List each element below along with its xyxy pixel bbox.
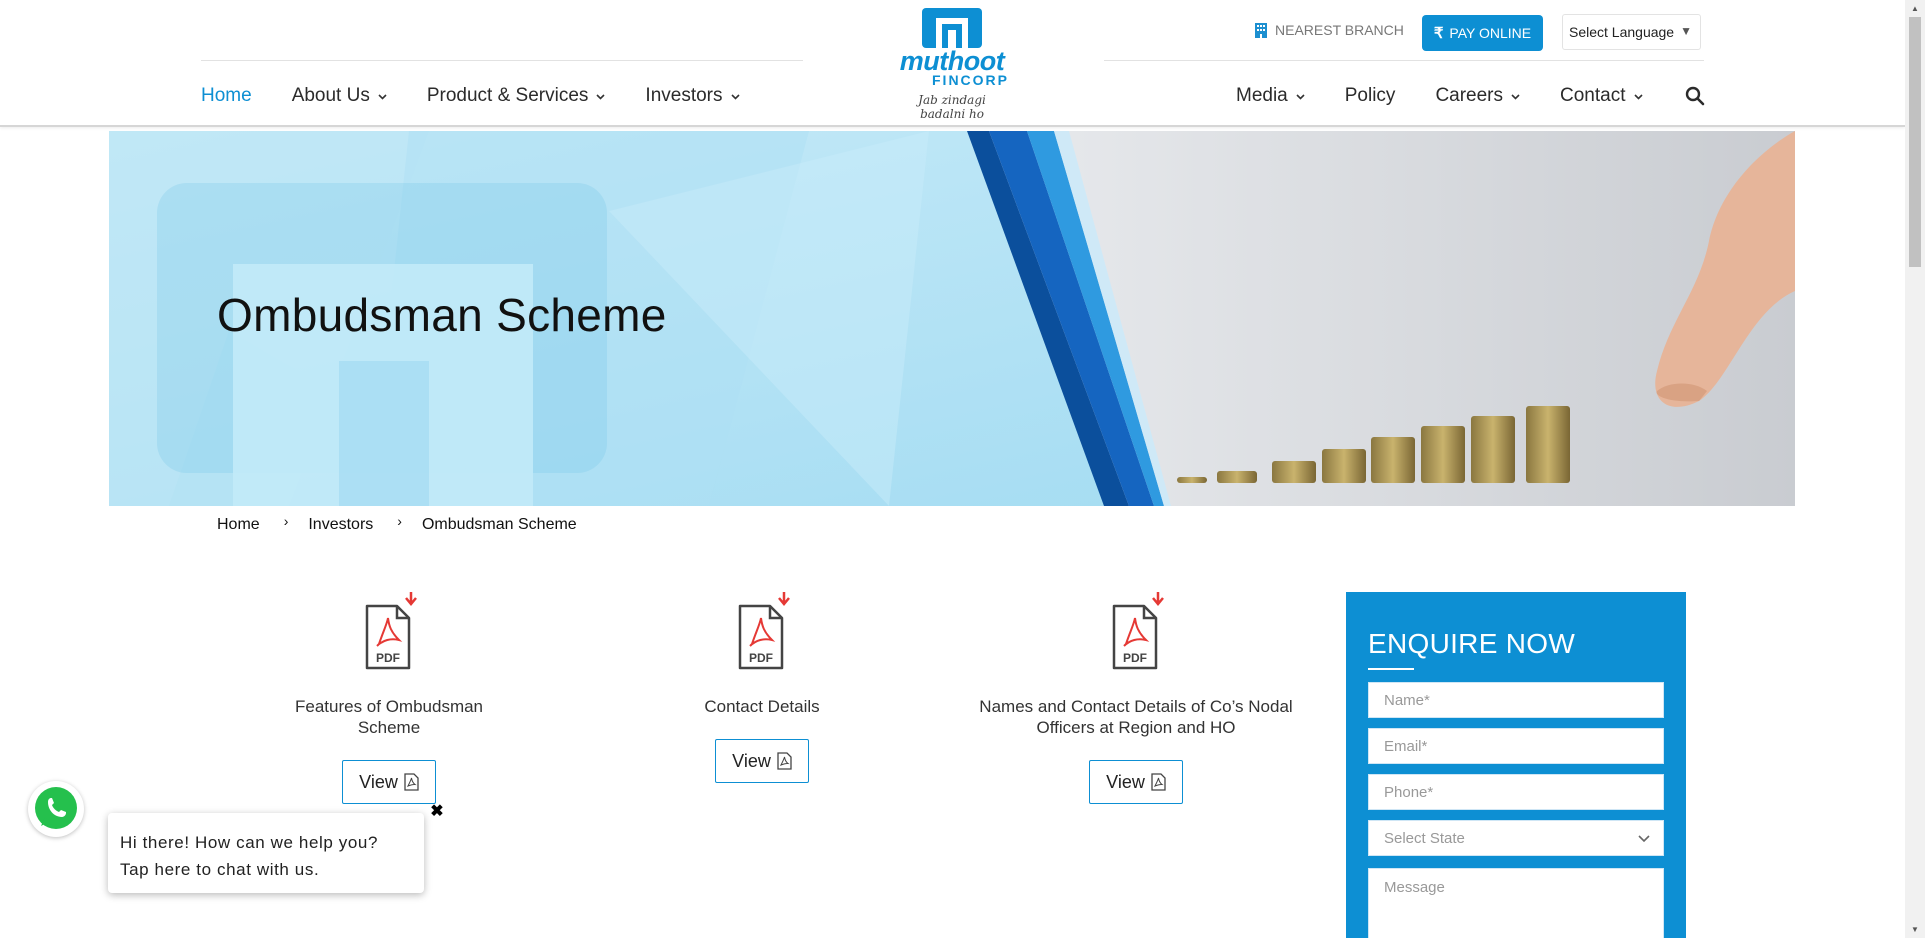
nav-policy[interactable]: Policy — [1345, 85, 1396, 107]
nav-products-services[interactable]: Product & Services — [427, 85, 606, 107]
logo-wordmark: muthoot — [899, 46, 1005, 76]
breadcrumb-investors[interactable]: Investors — [308, 516, 373, 534]
view-button-label: View — [1106, 771, 1145, 792]
pdf-download-icon: PDF — [365, 592, 417, 670]
breadcrumb: Home › Investors › Ombudsman Scheme — [217, 513, 577, 534]
chevron-down-icon — [1638, 835, 1650, 843]
hero-banner: Ombudsman Scheme — [109, 131, 1795, 506]
logo-tagline: Jab zindagi badalni ho — [918, 93, 986, 121]
main-nav-left: Home About Us Product & Services Investo… — [201, 84, 780, 108]
pdf-download-icon: PDF — [738, 592, 790, 670]
nav-about-us[interactable]: About Us — [292, 85, 387, 107]
breadcrumb-separator-icon: › — [397, 513, 402, 529]
header-divider-left — [201, 60, 803, 61]
logo-mark-icon — [922, 8, 982, 48]
phone-field[interactable]: Phone* — [1368, 774, 1664, 810]
nav-home[interactable]: Home — [201, 85, 252, 107]
main-nav-right: Media Policy Careers Contact — [1236, 84, 1683, 108]
pay-online-button[interactable]: ₹ PAY ONLINE — [1422, 15, 1543, 51]
scrollbar-thumb[interactable] — [1909, 17, 1921, 267]
document-title: Features of Ombudsman Scheme — [294, 697, 484, 737]
chevron-down-icon — [1633, 94, 1643, 100]
nav-home-label: Home — [201, 85, 252, 106]
document-title: Names and Contact Details of Co’s Nodal … — [979, 697, 1293, 737]
document-title: Contact Details — [704, 697, 820, 716]
view-document-button[interactable]: View — [342, 760, 436, 804]
svg-text:PDF: PDF — [376, 651, 400, 665]
nav-products-label: Product & Services — [426, 85, 589, 106]
document-card: PDF Features of Ombudsman Scheme View — [209, 592, 569, 804]
file-pdf-icon — [777, 752, 792, 770]
state-select[interactable]: Select State — [1368, 820, 1664, 856]
building-icon — [1255, 22, 1267, 38]
page-title: Ombudsman Scheme — [217, 289, 667, 341]
enquire-form: ENQUIRE NOW Name* Email* Phone* Select S… — [1346, 592, 1686, 938]
page: Home About Us Product & Services Investo… — [0, 0, 1905, 938]
logo-subword: FINCORP — [932, 72, 1009, 88]
nav-about-us-label: About Us — [291, 85, 370, 106]
view-button-label: View — [359, 771, 398, 792]
nav-media[interactable]: Media — [1236, 85, 1305, 107]
name-field[interactable]: Name* — [1368, 682, 1664, 718]
file-pdf-icon — [404, 773, 419, 791]
nearest-branch-link[interactable]: NEAREST BRANCH — [1255, 22, 1404, 38]
enquire-title-underline — [1368, 668, 1414, 670]
breadcrumb-separator-icon: › — [283, 513, 289, 529]
nav-media-label: Media — [1236, 85, 1288, 106]
svg-text:PDF: PDF — [749, 651, 773, 665]
whatsapp-icon — [30, 783, 82, 835]
muthoot-fincorp-logo[interactable]: muthoot FINCORP Jab zindagi badalni ho — [895, 8, 1009, 121]
rupee-icon: ₹ — [1433, 25, 1444, 42]
breadcrumb-home[interactable]: Home — [217, 516, 260, 534]
email-field[interactable]: Email* — [1368, 728, 1664, 764]
nav-investors-label: Investors — [645, 85, 723, 106]
chevron-down-icon — [730, 94, 740, 100]
state-select-label: Select State — [1384, 829, 1465, 847]
view-button-label: View — [732, 750, 771, 771]
nav-careers[interactable]: Careers — [1435, 85, 1520, 107]
breadcrumb-current: Ombudsman Scheme — [421, 516, 577, 533]
svg-text:PDF: PDF — [1123, 651, 1147, 665]
chevron-down-icon — [378, 94, 387, 100]
message-field[interactable]: Message — [1368, 868, 1664, 938]
view-document-button[interactable]: View — [715, 739, 809, 783]
search-icon[interactable] — [1685, 86, 1705, 106]
pay-online-label: PAY ONLINE — [1449, 25, 1532, 41]
scroll-up-icon[interactable]: ▲ — [1905, 0, 1925, 17]
nav-contact-label: Contact — [1560, 85, 1626, 106]
nav-careers-label: Careers — [1435, 85, 1504, 106]
header-divider-right — [1104, 60, 1704, 61]
close-icon[interactable]: ✖ — [429, 804, 445, 820]
document-card: PDF Contact Details View — [582, 592, 942, 783]
file-pdf-icon — [1151, 773, 1166, 791]
language-select-label: Select Language — [1569, 24, 1675, 40]
nav-investors[interactable]: Investors — [645, 85, 740, 107]
nearest-branch-label: NEAREST BRANCH — [1275, 22, 1404, 38]
language-select[interactable]: Select Language ▼ — [1562, 14, 1701, 50]
document-card: PDF Names and Contact Details of Co’s No… — [956, 592, 1316, 804]
chat-popup-message: Hi there! How can we help you? Tap here … — [120, 833, 379, 879]
chevron-down-icon — [1511, 94, 1520, 100]
enquire-title: ENQUIRE NOW — [1368, 628, 1576, 659]
nav-contact[interactable]: Contact — [1560, 85, 1643, 107]
whatsapp-button[interactable] — [28, 781, 84, 837]
chevron-down-icon — [1296, 94, 1305, 100]
pdf-download-icon: PDF — [1112, 592, 1164, 670]
chat-popup[interactable]: Hi there! How can we help you? Tap here … — [108, 813, 424, 893]
page-scrollbar[interactable]: ▲ ▼ — [1905, 0, 1925, 938]
scroll-down-icon[interactable]: ▼ — [1905, 921, 1925, 938]
nav-policy-label: Policy — [1344, 85, 1396, 106]
view-document-button[interactable]: View — [1089, 760, 1183, 804]
dropdown-arrow-icon: ▼ — [1680, 24, 1692, 38]
site-header: Home About Us Product & Services Investo… — [0, 0, 1905, 127]
chevron-down-icon — [596, 94, 605, 100]
